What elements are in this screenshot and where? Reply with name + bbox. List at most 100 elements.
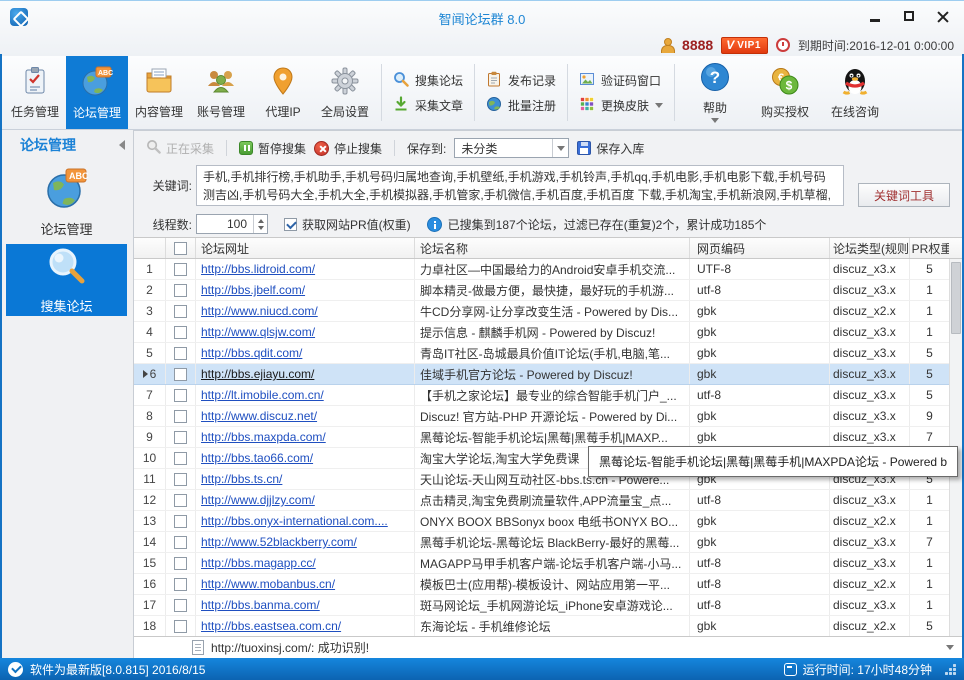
row-checkbox-cell[interactable] [166, 406, 196, 426]
toolbar-item-account-manage[interactable]: 账号管理 [190, 56, 252, 129]
forum-url-link[interactable]: http://www.djjlzy.com/ [201, 493, 315, 507]
forum-url-link[interactable]: http://lt.imobile.com.cn/ [201, 388, 324, 402]
forum-url-link[interactable]: http://bbs.ts.cn/ [201, 472, 282, 486]
forum-url-cell[interactable]: http://bbs.onyx-international.com.... [196, 511, 415, 531]
forum-url-link[interactable]: http://www.mobanbus.cn/ [201, 577, 335, 591]
stop-collect-button[interactable]: 停止搜集 [314, 140, 382, 157]
row-checkbox[interactable] [174, 536, 187, 549]
forum-url-link[interactable]: http://www.qlsjw.com/ [201, 325, 315, 339]
keywords-input[interactable]: 手机,手机排行榜,手机助手,手机号码归属地查询,手机壁纸,手机游戏,手机铃声,手… [196, 165, 844, 206]
minimize-button[interactable] [860, 5, 890, 27]
sidebar-item-forum-manage[interactable]: ABC 论坛管理 [6, 166, 127, 238]
table-row[interactable]: 9http://bbs.maxpda.com/黑莓论坛-智能手机论坛|黑莓|黑莓… [134, 427, 949, 448]
table-row[interactable]: 5http://bbs.qdit.com/青岛IT社区-岛城最具价值IT论坛(手… [134, 343, 949, 364]
table-row[interactable]: 16http://www.mobanbus.cn/模板巴士(应用帮)-模板设计、… [134, 574, 949, 595]
vip-badge[interactable]: V VIP1 [721, 37, 768, 54]
table-row[interactable]: 3http://www.niucd.com/牛CD分享网-让分享改变生活 - P… [134, 301, 949, 322]
row-checkbox-cell[interactable] [166, 448, 196, 468]
forum-url-cell[interactable]: http://bbs.banma.com/ [196, 595, 415, 615]
row-checkbox[interactable] [174, 368, 187, 381]
collapse-panel-icon[interactable] [119, 140, 125, 150]
row-checkbox[interactable] [174, 578, 187, 591]
row-checkbox-cell[interactable] [166, 616, 196, 636]
row-checkbox-cell[interactable] [166, 595, 196, 615]
row-checkbox[interactable] [174, 431, 187, 444]
spinner-up-icon[interactable] [258, 219, 264, 223]
forum-url-cell[interactable]: http://bbs.ts.cn/ [196, 469, 415, 489]
forum-url-link[interactable]: http://bbs.banma.com/ [201, 598, 320, 612]
row-checkbox-cell[interactable] [166, 301, 196, 321]
table-row[interactable]: 1http://bbs.lidroid.com/力卓社区—中国最给力的Andro… [134, 259, 949, 280]
row-checkbox-cell[interactable] [166, 364, 196, 384]
forum-url-cell[interactable]: http://bbs.ejiayu.com/ [196, 364, 415, 384]
forum-url-link[interactable]: http://bbs.maxpda.com/ [201, 430, 326, 444]
forum-url-link[interactable]: http://bbs.lidroid.com/ [201, 262, 315, 276]
table-row[interactable]: 6http://bbs.ejiayu.com/佳域手机官方论坛 - Powere… [134, 364, 949, 385]
row-checkbox[interactable] [174, 557, 187, 570]
row-checkbox-cell[interactable] [166, 322, 196, 342]
column-header-url[interactable]: 论坛网址 [196, 238, 415, 258]
scrollbar-thumb[interactable] [951, 262, 961, 334]
forum-url-link[interactable]: http://bbs.magapp.cc/ [201, 556, 316, 570]
toolbar-item-forum-manage[interactable]: ABC 论坛管理 [66, 56, 128, 129]
row-checkbox[interactable] [174, 410, 187, 423]
forum-url-cell[interactable]: http://bbs.eastsea.com.cn/ [196, 616, 415, 636]
forum-url-link[interactable]: http://bbs.jbelf.com/ [201, 283, 305, 297]
toolbar-item-content-manage[interactable]: 内容管理 [128, 56, 190, 129]
row-checkbox-cell[interactable] [166, 343, 196, 363]
toolbar-item-buy-license[interactable]: €$ 购买授权 [750, 56, 820, 129]
row-checkbox[interactable] [174, 389, 187, 402]
row-checkbox-cell[interactable] [166, 280, 196, 300]
forum-url-cell[interactable]: http://bbs.lidroid.com/ [196, 259, 415, 279]
forum-url-cell[interactable]: http://bbs.maxpda.com/ [196, 427, 415, 447]
row-checkbox[interactable] [174, 515, 187, 528]
maximize-button[interactable] [894, 5, 924, 27]
forum-url-cell[interactable]: http://lt.imobile.com.cn/ [196, 385, 415, 405]
row-checkbox[interactable] [174, 263, 187, 276]
keyword-tool-button[interactable]: 关键词工具 [858, 183, 950, 207]
column-header-encoding[interactable]: 网页编码 [690, 238, 830, 258]
forum-url-link[interactable]: http://bbs.onyx-international.com.... [201, 514, 388, 528]
save-category-select[interactable]: 未分类 [454, 138, 569, 158]
thread-count-stepper[interactable]: 100 [196, 214, 268, 234]
toolbar-item-publish-record[interactable]: 发布记录 [486, 71, 556, 90]
forum-url-cell[interactable]: http://www.discuz.net/ [196, 406, 415, 426]
toolbar-item-tasks[interactable]: 任务管理 [4, 56, 66, 129]
forum-url-link[interactable]: http://www.niucd.com/ [201, 304, 318, 318]
sidebar-item-search-forum[interactable]: 搜集论坛 [6, 244, 127, 316]
get-pr-checkbox[interactable] [284, 218, 297, 231]
toolbar-item-batch-register[interactable]: 批量注册 [486, 96, 556, 115]
forum-url-cell[interactable]: http://www.qlsjw.com/ [196, 322, 415, 342]
save-to-db-button[interactable]: 保存入库 [577, 140, 644, 157]
forum-url-cell[interactable]: http://www.djjlzy.com/ [196, 490, 415, 510]
row-checkbox[interactable] [174, 494, 187, 507]
column-header-name[interactable]: 论坛名称 [415, 238, 690, 258]
forum-url-cell[interactable]: http://bbs.magapp.cc/ [196, 553, 415, 573]
table-row[interactable]: 7http://lt.imobile.com.cn/【手机之家论坛】最专业的综合… [134, 385, 949, 406]
close-button[interactable] [928, 5, 958, 27]
row-checkbox-cell[interactable] [166, 511, 196, 531]
forum-url-cell[interactable]: http://bbs.jbelf.com/ [196, 280, 415, 300]
toolbar-item-collect-forum[interactable]: 搜集论坛 [393, 71, 463, 90]
table-row[interactable]: 13http://bbs.onyx-international.com....O… [134, 511, 949, 532]
toolbar-item-captcha-window[interactable]: 验证码窗口 [579, 71, 663, 90]
row-checkbox-cell[interactable] [166, 553, 196, 573]
forum-url-link[interactable]: http://www.discuz.net/ [201, 409, 317, 423]
header-select-all[interactable] [166, 238, 196, 258]
table-row[interactable]: 17http://bbs.banma.com/斑马网论坛_手机网游论坛_iPho… [134, 595, 949, 616]
forum-url-link[interactable]: http://www.52blackberry.com/ [201, 535, 357, 549]
pause-collect-button[interactable]: 暂停搜集 [239, 140, 306, 157]
column-header-type[interactable]: 论坛类型(规则) [830, 238, 910, 258]
toolbar-item-online-support[interactable]: 在线咨询 [820, 56, 890, 129]
spinner-down-icon[interactable] [258, 226, 264, 230]
table-row[interactable]: 15http://bbs.magapp.cc/MAGAPP马甲手机客户端-论坛手… [134, 553, 949, 574]
row-checkbox[interactable] [174, 326, 187, 339]
select-all-checkbox[interactable] [174, 242, 187, 255]
resize-grip[interactable] [944, 663, 956, 675]
forum-url-link[interactable]: http://bbs.qdit.com/ [201, 346, 302, 360]
table-row[interactable]: 18http://bbs.eastsea.com.cn/东海论坛 - 手机维修论… [134, 616, 949, 636]
table-row[interactable]: 12http://www.djjlzy.com/点击精灵,淘宝免费刷流量软件,A… [134, 490, 949, 511]
row-checkbox-cell[interactable] [166, 574, 196, 594]
toolbar-item-proxy-ip[interactable]: 代理IP [252, 56, 314, 129]
table-row[interactable]: 14http://www.52blackberry.com/黑莓手机论坛-黑莓论… [134, 532, 949, 553]
